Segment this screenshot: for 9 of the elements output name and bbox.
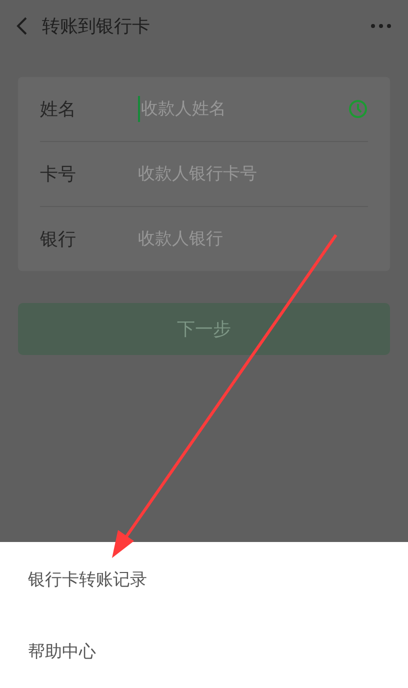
menu-item[interactable]: 帮助中心: [0, 615, 408, 687]
field-label: 姓名: [40, 98, 77, 121]
field-label: 卡号: [40, 163, 77, 186]
more-icon[interactable]: [370, 23, 392, 29]
back-icon[interactable]: [16, 16, 28, 36]
field-label: 银行: [40, 228, 77, 251]
page-title: 转账到银行卡: [42, 15, 151, 38]
clock-icon[interactable]: [348, 99, 368, 119]
menu-item[interactable]: 银行卡转账记录: [0, 543, 408, 615]
